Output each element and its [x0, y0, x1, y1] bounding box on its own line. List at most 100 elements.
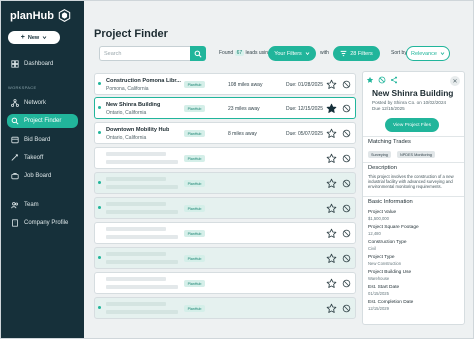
page-title: Project Finder: [94, 28, 168, 40]
skeleton-line: [106, 160, 178, 164]
field-label: Project Square Footage: [368, 225, 419, 230]
project-name[interactable]: New Shinra Building: [106, 102, 160, 108]
star-outline-icon[interactable]: [326, 253, 337, 264]
skeleton-line: [106, 210, 178, 214]
sort-by-label: Sort by: [391, 50, 407, 56]
project-row-placeholder[interactable]: PlanHub: [94, 197, 356, 219]
sidebar-item-network[interactable]: Network: [7, 96, 78, 110]
sidebar-item-takeoff[interactable]: Takeoff: [7, 151, 78, 165]
source-tag: PlanHub: [184, 205, 205, 212]
source-tag: PlanHub: [184, 155, 205, 162]
sidebar-item-label: Takeoff: [24, 155, 44, 161]
unread-dot: [98, 82, 101, 85]
skeleton-line: [106, 202, 166, 206]
project-row-placeholder[interactable]: PlanHub: [94, 297, 356, 319]
sidebar-item-team[interactable]: Team: [7, 198, 78, 212]
field-value: Civil: [368, 246, 376, 251]
project-due-date: Due: 05/07/2025: [286, 131, 323, 137]
project-row-selected[interactable]: New Shinra Building Ontario, California …: [94, 97, 356, 119]
hide-icon[interactable]: [342, 279, 351, 288]
sidebar-item-label: Company Profile: [24, 220, 69, 226]
hide-icon[interactable]: [342, 104, 351, 113]
search-input[interactable]: Search: [99, 46, 192, 61]
dashboard-icon: [11, 60, 19, 68]
project-row[interactable]: Construction Pomona Libr... Pomona, Cali…: [94, 73, 356, 95]
star-outline-icon[interactable]: [326, 303, 337, 314]
new-button[interactable]: + New: [8, 31, 60, 44]
new-button-label: New: [27, 34, 40, 41]
basic-info-heading: Basic Information: [368, 199, 413, 205]
star-outline-icon[interactable]: [326, 178, 337, 189]
star-outline-icon[interactable]: [326, 278, 337, 289]
project-name[interactable]: Downtown Mobility Hub: [106, 127, 169, 133]
project-location: Pomona, California: [106, 86, 149, 92]
source-tag: PlanHub: [184, 81, 205, 88]
skeleton-line: [106, 227, 166, 231]
search-button[interactable]: [190, 46, 206, 61]
skeleton-line: [106, 152, 166, 156]
sidebar-item-project-finder[interactable]: Project Finder: [7, 114, 78, 128]
sidebar-item-job-board[interactable]: Job Board: [7, 169, 78, 183]
view-project-files-button[interactable]: View Project Files: [385, 118, 439, 132]
project-name[interactable]: Construction Pomona Libr...: [106, 78, 181, 84]
sidebar-item-label: Job Board: [24, 173, 52, 179]
project-row-placeholder[interactable]: PlanHub: [94, 147, 356, 169]
hide-icon[interactable]: [342, 254, 351, 263]
building-icon: [12, 219, 18, 227]
description-heading: Description: [368, 165, 397, 171]
project-row[interactable]: Downtown Mobility Hub Ontario, Californi…: [94, 122, 356, 144]
project-location: Ontario, California: [106, 135, 147, 141]
hide-icon[interactable]: [342, 204, 351, 213]
sidebar-item-bid-board[interactable]: Bid Board: [7, 133, 78, 147]
star-outline-icon[interactable]: [326, 203, 337, 214]
project-distance: 23 miles away: [228, 106, 260, 112]
skeleton-line: [106, 252, 166, 256]
hide-icon[interactable]: [342, 304, 351, 313]
unread-dot: [98, 131, 101, 134]
skeleton-line: [106, 185, 178, 189]
trade-chip: Surveying: [368, 151, 391, 158]
board-icon: [11, 136, 19, 144]
description-text: This project involves the construction o…: [368, 174, 454, 190]
field-value: New Construction: [368, 261, 402, 266]
skeleton-line: [106, 285, 178, 289]
network-icon: [11, 99, 19, 107]
star-outline-icon[interactable]: [326, 228, 337, 239]
team-icon: [11, 202, 19, 209]
brand-logo[interactable]: planHub: [10, 9, 71, 22]
your-filters-button[interactable]: Your Filters: [268, 46, 316, 61]
found-prefix: Found: [219, 50, 234, 56]
briefcase-icon: [11, 173, 19, 180]
filters-count-label: 28 Filters: [350, 50, 373, 57]
trade-chip: NPDES Monitoring: [397, 151, 435, 158]
project-row-placeholder[interactable]: PlanHub: [94, 222, 356, 244]
sidebar-item-label: Network: [24, 100, 47, 106]
star-outline-icon[interactable]: [326, 128, 337, 139]
hide-icon[interactable]: [342, 129, 351, 138]
share-icon[interactable]: [390, 76, 398, 84]
matching-trades-heading: Matching Trades: [368, 139, 411, 145]
project-row-placeholder[interactable]: PlanHub: [94, 272, 356, 294]
sidebar-item-label: Bid Board: [24, 137, 51, 143]
unread-dot: [98, 181, 101, 184]
star-filled-icon[interactable]: [326, 103, 337, 114]
close-button[interactable]: ✕: [450, 76, 460, 86]
project-row-placeholder[interactable]: PlanHub: [94, 247, 356, 269]
hide-icon[interactable]: [342, 179, 351, 188]
star-filled-icon[interactable]: [366, 76, 374, 84]
hide-icon[interactable]: [342, 229, 351, 238]
source-tag: PlanHub: [184, 105, 205, 112]
sidebar-item-company-profile[interactable]: Company Profile: [7, 216, 78, 230]
filters-button[interactable]: 28 Filters: [333, 46, 380, 61]
unread-dot: [98, 256, 101, 259]
hide-icon[interactable]: [342, 154, 351, 163]
sidebar-item-dashboard[interactable]: Dashboard: [7, 57, 78, 71]
star-outline-icon[interactable]: [326, 153, 337, 164]
field-label: Project Building Use: [368, 270, 412, 275]
project-row-placeholder[interactable]: PlanHub: [94, 172, 356, 194]
hide-icon[interactable]: [378, 76, 386, 84]
source-tag: PlanHub: [184, 305, 205, 312]
sort-select[interactable]: Relevance: [406, 46, 450, 61]
star-outline-icon[interactable]: [326, 79, 337, 90]
hide-icon[interactable]: [342, 80, 351, 89]
